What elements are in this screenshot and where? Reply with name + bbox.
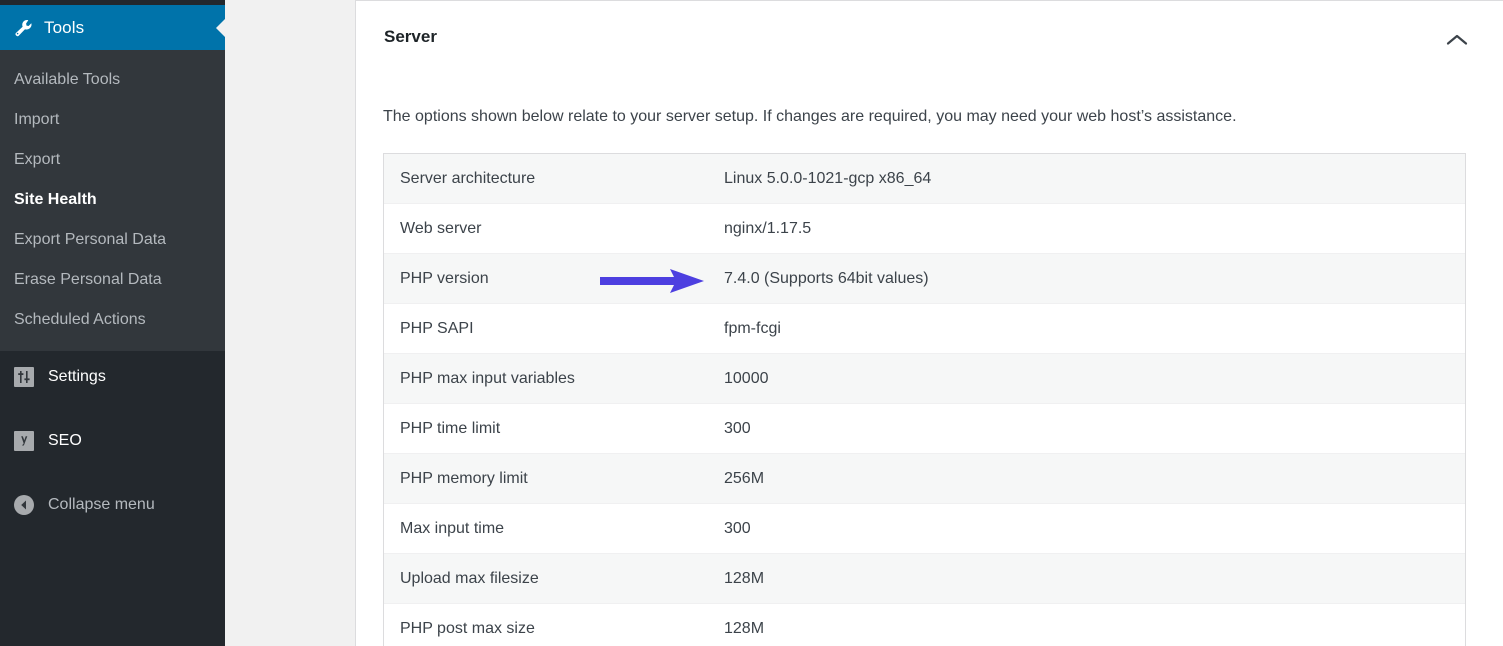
table-row: PHP version 7.4.0 (Supports 64bit values… [384,254,1465,304]
sidebar-item-export[interactable]: Export [0,140,225,180]
server-info-table: Server architecture Linux 5.0.0-1021-gcp… [383,153,1466,646]
tools-submenu: Available Tools Import Export Site Healt… [0,50,225,351]
sidebar-item-scheduled-actions[interactable]: Scheduled Actions [0,300,225,340]
row-value: 128M [724,570,764,588]
table-row: PHP max input variables 10000 [384,354,1465,404]
table-row: PHP post max size 128M [384,604,1465,646]
sidebar-item-label: Import [14,111,59,129]
table-row: Web server nginx/1.17.5 [384,204,1465,254]
row-label: PHP post max size [384,620,724,638]
sidebar-item-label: Export Personal Data [14,231,166,249]
table-row: PHP SAPI fpm-fcgi [384,304,1465,354]
sidebar-item-label: Scheduled Actions [14,311,146,329]
row-value: 128M [724,620,764,638]
sidebar-item-seo[interactable]: SEO [0,423,225,459]
row-value: nginx/1.17.5 [724,220,811,238]
chevron-up-icon [1446,33,1468,50]
sidebar-item-label: Erase Personal Data [14,271,162,289]
sidebar-item-label: Site Health [14,191,97,209]
row-label: Web server [384,220,724,238]
sidebar-item-available-tools[interactable]: Available Tools [0,60,225,100]
sidebar-item-site-health[interactable]: Site Health [0,180,225,220]
sidebar-item-label: Collapse menu [48,496,155,514]
row-value: 7.4.0 (Supports 64bit values) [724,270,929,288]
row-label: PHP version [384,270,724,288]
panel-collapse-toggle[interactable] [1437,21,1477,61]
sidebar-item-label: Export [14,151,60,169]
sidebar-menu-header-tools[interactable]: Tools [0,5,225,50]
sidebar-item-erase-personal-data[interactable]: Erase Personal Data [0,260,225,300]
row-label: Server architecture [384,170,724,188]
sidebar-item-export-personal-data[interactable]: Export Personal Data [0,220,225,260]
site-health-server-panel-screen: Tools Available Tools Import Export Site… [0,0,1503,646]
row-label: Max input time [384,520,724,538]
sliders-icon [10,365,38,389]
row-label: PHP time limit [384,420,724,438]
row-label: Upload max filesize [384,570,724,588]
sidebar-item-label: SEO [48,432,82,450]
row-value: 256M [724,470,764,488]
table-row: Max input time 300 [384,504,1465,554]
sidebar-item-label: Settings [48,368,106,386]
admin-sidebar: Tools Available Tools Import Export Site… [0,0,225,646]
table-row: Server architecture Linux 5.0.0-1021-gcp… [384,154,1465,204]
row-label: PHP memory limit [384,470,724,488]
yoast-logo-icon [10,429,38,453]
row-value: Linux 5.0.0-1021-gcp x86_64 [724,170,931,188]
row-value: fpm-fcgi [724,320,781,338]
sidebar-menu-header-label: Tools [44,18,84,38]
sidebar-item-import[interactable]: Import [0,100,225,140]
collapse-left-arrow-icon [10,493,38,517]
panel-description: The options shown below relate to your s… [383,108,1237,126]
sidebar-item-label: Available Tools [14,71,120,89]
row-value: 300 [724,420,751,438]
wrench-icon [12,17,34,39]
table-row: PHP memory limit 256M [384,454,1465,504]
table-row: PHP time limit 300 [384,404,1465,454]
admin-main-menu: Settings SEO [0,351,225,646]
sidebar-item-settings[interactable]: Settings [0,359,225,395]
row-label: PHP SAPI [384,320,724,338]
table-row: Upload max filesize 128M [384,554,1465,604]
collapse-menu-button[interactable]: Collapse menu [0,487,225,523]
row-label: PHP max input variables [384,370,724,388]
row-value: 10000 [724,370,769,388]
panel-title: Server [384,27,437,47]
row-value: 300 [724,520,751,538]
